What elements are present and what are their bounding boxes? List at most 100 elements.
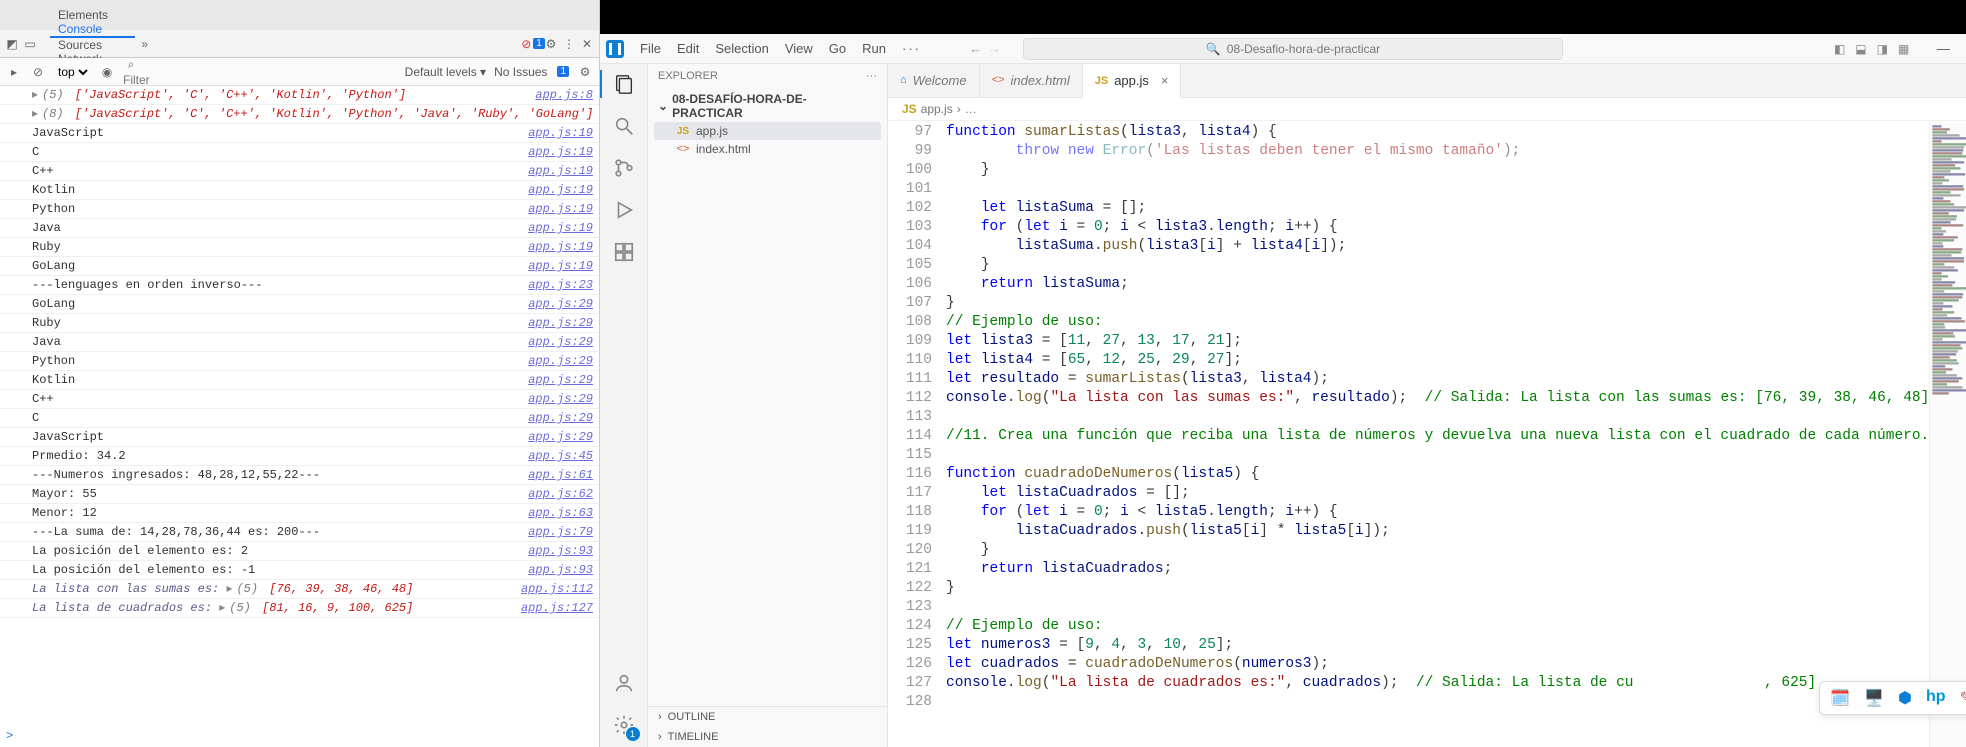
tab-welcome[interactable]: ⌂Welcome [888,64,980,97]
console-row[interactable]: C++app.js:19 [0,162,599,181]
console-settings-icon[interactable]: ⚙ [577,64,593,80]
source-link[interactable]: app.js:62 [520,486,593,502]
source-link[interactable]: app.js:29 [520,334,593,350]
tab-app-js[interactable]: JSapp.js× [1083,64,1182,98]
kebab-icon[interactable]: ⋮ [561,36,577,52]
devtools-tab-sources[interactable]: Sources [50,38,135,52]
timeline-section[interactable]: ›TIMELINE [648,727,887,747]
console-row[interactable]: (5) ['JavaScript', 'C', 'C++', 'Kotlin',… [0,86,599,105]
console-row[interactable]: Capp.js:19 [0,143,599,162]
run-debug-icon[interactable] [612,198,636,222]
console-row[interactable]: ---La suma de: 14,28,78,36,44 es: 200---… [0,523,599,542]
source-control-icon[interactable] [612,156,636,180]
console-row[interactable]: Javaapp.js:19 [0,219,599,238]
source-link[interactable]: app.js:19 [520,125,593,141]
source-link[interactable]: app.js:45 [520,448,593,464]
code-editor[interactable]: 9799100101102103104105106107108109110111… [888,121,1966,747]
account-icon[interactable] [612,671,636,695]
layout-grid-icon[interactable]: ▦ [1898,42,1909,56]
console-row[interactable]: Pythonapp.js:19 [0,200,599,219]
source-link[interactable]: app.js:29 [520,353,593,369]
menu-file[interactable]: File [632,41,669,56]
menu-edit[interactable]: Edit [669,41,707,56]
explorer-icon[interactable] [612,72,636,96]
console-row[interactable]: Rubyapp.js:29 [0,314,599,333]
source-link[interactable]: app.js:19 [520,182,593,198]
console-row[interactable]: Capp.js:29 [0,409,599,428]
source-link[interactable]: app.js:79 [520,524,593,540]
layout-right-icon[interactable]: ◨ [1877,42,1888,56]
window-minimize-icon[interactable]: — [1925,41,1961,57]
issues-label[interactable]: No Issues [494,65,547,79]
nav-forward-icon[interactable]: → [988,41,1001,56]
clear-console-icon[interactable]: ⊘ [30,64,46,80]
console-row[interactable]: Pythonapp.js:29 [0,352,599,371]
console-prompt[interactable]: > [0,725,599,747]
levels-dropdown[interactable]: Default levels ▾ [405,65,486,79]
breadcrumb[interactable]: JS app.js › … [888,98,1966,121]
console-row[interactable]: ---Numeros ingresados: 48,28,12,55,22---… [0,466,599,485]
tray-icon[interactable]: ⬢ [1898,688,1912,708]
menu-view[interactable]: View [777,41,821,56]
console-row[interactable]: Rubyapp.js:19 [0,238,599,257]
nav-back-icon[interactable]: ← [969,41,982,56]
source-link[interactable]: app.js:29 [520,391,593,407]
window-maximize-icon[interactable]: ▢ [1961,41,1966,57]
source-link[interactable]: app.js:19 [520,239,593,255]
console-row[interactable]: La posición del elemento es: -1app.js:93 [0,561,599,580]
console-row[interactable]: Mayor: 55app.js:62 [0,485,599,504]
close-icon[interactable]: ✕ [579,36,595,52]
tray-icon[interactable]: 🗓️ [1830,688,1850,708]
console-row[interactable]: Javaapp.js:29 [0,333,599,352]
menu-overflow-icon[interactable]: ··· [896,41,927,56]
menu-run[interactable]: Run [854,41,894,56]
devtools-tab-elements[interactable]: Elements [50,8,135,22]
layout-left-icon[interactable]: ◧ [1834,42,1845,56]
console-row[interactable]: Menor: 12app.js:63 [0,504,599,523]
source-link[interactable]: app.js:93 [520,543,593,559]
source-link[interactable]: app.js:19 [520,163,593,179]
console-row[interactable]: Kotlinapp.js:19 [0,181,599,200]
search-activity-icon[interactable] [612,114,636,138]
source-link[interactable]: app.js:8 [527,87,593,103]
source-link[interactable]: app.js:29 [520,372,593,388]
eye-icon[interactable]: ◉ [99,64,115,80]
menu-selection[interactable]: Selection [707,41,776,56]
inspect-icon[interactable]: ◩ [4,36,20,52]
console-row[interactable]: La posición del elemento es: 2app.js:93 [0,542,599,561]
console-row[interactable]: Kotlinapp.js:29 [0,371,599,390]
console-row[interactable]: Prmedio: 34.2app.js:45 [0,447,599,466]
console-row[interactable]: C++app.js:29 [0,390,599,409]
source-link[interactable]: app.js:29 [520,410,593,426]
console-row[interactable]: GoLangapp.js:29 [0,295,599,314]
console-row[interactable]: ---lenguages en orden inverso---app.js:2… [0,276,599,295]
device-icon[interactable]: ▭ [22,36,38,52]
console-row[interactable]: JavaScriptapp.js:29 [0,428,599,447]
console-row[interactable]: GoLangapp.js:19 [0,257,599,276]
source-link[interactable]: app.js:29 [520,315,593,331]
outline-section[interactable]: ›OUTLINE [648,707,887,727]
explorer-more-icon[interactable]: ··· [866,70,877,82]
tray-icon[interactable]: hp [1926,688,1946,708]
console-row[interactable]: (8) ['JavaScript', 'C', 'C++', 'Kotlin',… [0,105,599,124]
tab-close-icon[interactable]: × [1161,73,1169,88]
manage-icon[interactable]: 1 [612,713,636,737]
console-output[interactable]: (5) ['JavaScript', 'C', 'C++', 'Kotlin',… [0,86,599,725]
source-link[interactable]: app.js:23 [520,277,593,293]
console-row[interactable]: La lista con las sumas es: (5) [76, 39, … [0,580,599,599]
source-link[interactable]: app.js:127 [513,600,593,616]
code-content[interactable]: function sumarListas(lista3, lista4) { t… [944,121,1929,747]
menu-go[interactable]: Go [821,41,854,56]
filter-input[interactable] [123,73,223,87]
tray-icon[interactable]: 🖥️ [1864,688,1884,708]
file-app.js[interactable]: JSapp.js [654,122,881,140]
source-link[interactable]: app.js:19 [520,220,593,236]
console-row[interactable]: La lista de cuadrados es: (5) [81, 16, 9… [0,599,599,618]
console-row[interactable]: JavaScriptapp.js:19 [0,124,599,143]
file-index.html[interactable]: <>index.html [654,140,881,158]
tab-index-html[interactable]: <>index.html [980,64,1083,97]
settings-icon[interactable]: ⚙ [543,36,559,52]
tray-icon[interactable]: ✎ [1960,688,1966,708]
workspace-folder[interactable]: ⌄ 08-DESAFÍO-HORA-DE-PRACTICAR [654,90,881,122]
source-link[interactable]: app.js:112 [513,581,593,597]
